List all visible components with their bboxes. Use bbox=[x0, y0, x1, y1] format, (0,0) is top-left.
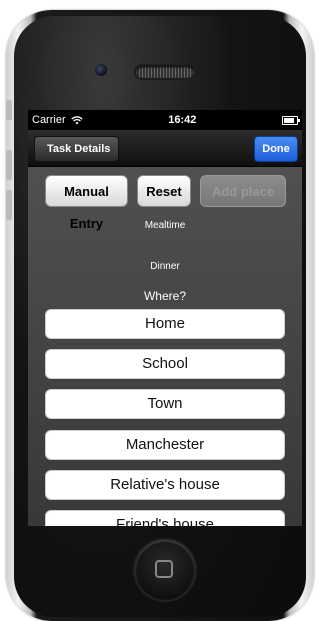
selection-label: Dinner bbox=[150, 261, 180, 272]
home-square-icon bbox=[155, 560, 173, 578]
done-button[interactable]: Done bbox=[254, 136, 298, 162]
option-manchester[interactable]: Manchester bbox=[45, 430, 285, 460]
battery-icon bbox=[281, 115, 300, 125]
clock: 16:42 bbox=[168, 114, 197, 126]
front-camera bbox=[95, 64, 107, 76]
navigation-bar: Task Details Done bbox=[28, 130, 302, 167]
main-content: Manual Entry Reset Add place Mealtime Di… bbox=[28, 167, 302, 526]
manual-entry-button[interactable]: Manual Entry bbox=[45, 175, 128, 231]
action-button-row: Manual Entry Reset Add place bbox=[44, 175, 286, 231]
carrier-label: Carrier bbox=[32, 114, 66, 126]
screen: Carrier 16:42 Task Details Done Manual E… bbox=[28, 110, 302, 526]
where-prompt: Where? bbox=[143, 289, 187, 303]
option-town[interactable]: Town bbox=[45, 389, 285, 419]
wifi-icon bbox=[70, 115, 83, 124]
option-friends-house[interactable]: Friend's house bbox=[45, 510, 285, 526]
option-home[interactable]: Home bbox=[45, 309, 285, 339]
category-label: Mealtime bbox=[144, 220, 186, 231]
home-button[interactable] bbox=[135, 540, 195, 600]
status-bar: Carrier 16:42 bbox=[28, 110, 302, 130]
reset-button[interactable]: Reset bbox=[137, 175, 191, 207]
back-button-task-details[interactable]: Task Details bbox=[34, 136, 120, 162]
mute-switch bbox=[6, 100, 12, 120]
earpiece-speaker bbox=[136, 66, 194, 78]
option-school[interactable]: School bbox=[45, 349, 285, 379]
option-relatives-house[interactable]: Relative's house bbox=[45, 470, 285, 500]
volume-up-button bbox=[6, 150, 12, 180]
add-place-button[interactable]: Add place bbox=[200, 175, 286, 207]
volume-down-button bbox=[6, 190, 12, 220]
